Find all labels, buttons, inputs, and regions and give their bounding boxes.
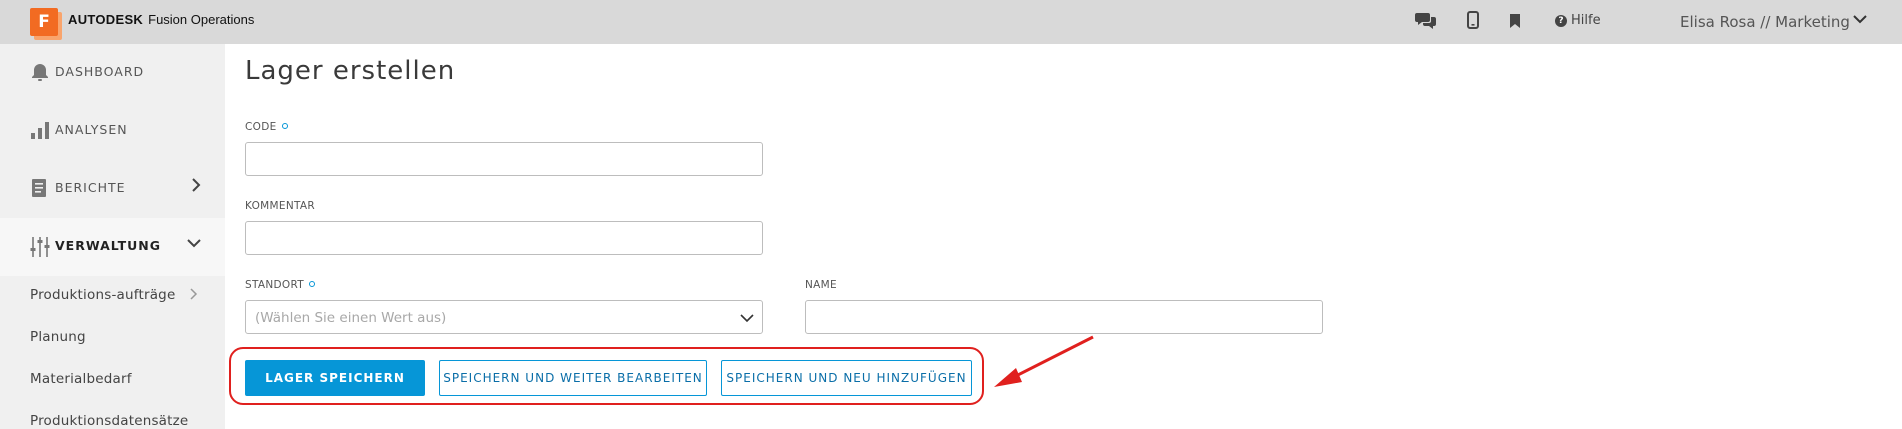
sidebar-item-label: DASHBOARD [55, 64, 145, 79]
bar-chart-icon [30, 120, 50, 140]
chevron-right-icon [190, 288, 198, 303]
sidebar-item-verwaltung[interactable]: VERWALTUNG [0, 218, 225, 276]
sidebar-item-label: BERICHTE [55, 180, 126, 195]
bookmark-icon[interactable] [1510, 13, 1520, 32]
chevron-down-icon[interactable] [1853, 13, 1867, 27]
standort-placeholder: (Wählen Sie einen Wert aus) [255, 310, 447, 326]
save-new-button[interactable]: SPEICHERN UND NEU HINZUFÜGEN [721, 360, 972, 396]
code-field[interactable] [245, 142, 763, 176]
sidebar-subitem-produktionsdatensaetze[interactable]: Produktionsdatensätze [30, 413, 188, 429]
sidebar-item-label: ANALYSEN [55, 122, 128, 137]
kommentar-field[interactable] [245, 221, 763, 255]
sliders-icon [30, 236, 50, 257]
help-label: Hilfe [1571, 13, 1601, 28]
chevron-down-icon [187, 236, 201, 252]
standort-label-text: STANDORT [245, 279, 304, 291]
help-icon: ? [1555, 15, 1567, 27]
page-title: Lager erstellen [245, 56, 456, 86]
sidebar: DASHBOARD ANALYSEN BERICHTE VERWALTUNG P… [0, 44, 225, 429]
brand-name: AUTODESK Fusion Operations [68, 12, 254, 27]
help-link[interactable]: ? Hilfe [1555, 13, 1601, 28]
sidebar-item-dashboard[interactable]: DASHBOARD [0, 44, 225, 102]
brand-bold: AUTODESK [68, 12, 144, 27]
required-indicator-icon [309, 281, 315, 287]
save-continue-button[interactable]: SPEICHERN UND WEITER BEARBEITEN [439, 360, 707, 396]
bell-icon [30, 62, 50, 82]
fusion-logo[interactable]: F [30, 8, 58, 36]
chevron-right-icon [191, 178, 201, 196]
code-label-text: CODE [245, 121, 277, 133]
save-button[interactable]: LAGER SPEICHERN [245, 360, 425, 396]
sidebar-item-label: VERWALTUNG [55, 238, 162, 253]
standort-label: STANDORT [245, 279, 315, 291]
sidebar-subitem-planung[interactable]: Planung [30, 329, 86, 345]
sidebar-item-berichte[interactable]: BERICHTE [0, 160, 225, 218]
chevron-down-icon [740, 310, 754, 324]
brand-product: Fusion Operations [148, 12, 255, 27]
required-indicator-icon [281, 123, 288, 129]
sidebar-subitem-materialbedarf[interactable]: Materialbedarf [30, 371, 132, 387]
user-menu[interactable]: Elisa Rosa // Marketing [1680, 13, 1850, 31]
annotation-arrow-icon [994, 335, 1094, 387]
mobile-icon[interactable] [1467, 11, 1479, 33]
standort-select[interactable]: (Wählen Sie einen Wert aus) [245, 300, 763, 334]
kommentar-label: KOMMENTAR [245, 200, 315, 212]
top-bar: F AUTODESK Fusion Operations ? Hilfe Elisa… [0, 0, 1902, 44]
report-icon [30, 178, 50, 198]
chat-icon[interactable] [1415, 11, 1437, 33]
sidebar-item-analysen[interactable]: ANALYSEN [0, 102, 225, 160]
name-label: NAME [805, 279, 837, 291]
code-label: CODE [245, 121, 288, 133]
sidebar-subitem-produktionsauftraege[interactable]: Produktions-aufträge [30, 287, 175, 303]
name-field[interactable] [805, 300, 1323, 334]
